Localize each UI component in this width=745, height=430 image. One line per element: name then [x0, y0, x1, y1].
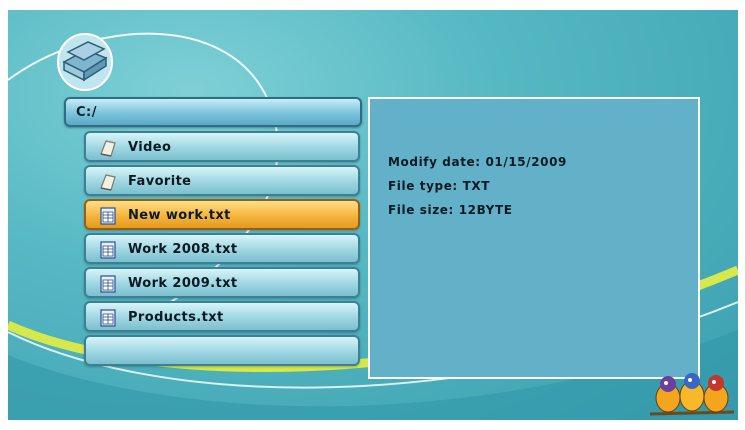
birds-mascot-icon [649, 373, 735, 416]
text-file-icon [100, 241, 116, 259]
list-item-label: Work 2008.txt [128, 242, 238, 257]
list-item-label: Work 2009.txt [128, 276, 238, 291]
list-item-label: Video [128, 140, 172, 155]
list-item-empty[interactable] [84, 335, 360, 366]
list-item-label: Favorite [128, 174, 192, 189]
list-item-label: Products.txt [128, 310, 224, 325]
folder-note-icon [100, 140, 116, 157]
list-item-products-txt[interactable]: Products.txt [84, 301, 360, 332]
file-size-text: File size: 12BYTE [388, 203, 513, 217]
folder-note-icon [100, 174, 116, 191]
text-file-icon [100, 207, 116, 225]
current-path-bar: C:/ [64, 97, 362, 127]
media-browser-screen: C:/ Video Favorite New work.txt Work 200… [8, 10, 738, 420]
list-item-label: New work.txt [128, 208, 231, 223]
list-item-work-2008-txt[interactable]: Work 2008.txt [84, 233, 360, 264]
current-path-label: C:/ [76, 105, 97, 120]
list-item-favorite[interactable]: Favorite [84, 165, 360, 196]
list-item-work-2009-txt[interactable]: Work 2009.txt [84, 267, 360, 298]
text-file-icon [100, 275, 116, 293]
list-item-new-work-txt[interactable]: New work.txt [84, 199, 360, 230]
list-item-video[interactable]: Video [84, 131, 360, 162]
file-type-text: File type: TXT [388, 179, 491, 193]
text-file-icon [100, 309, 116, 327]
books-logo-icon [57, 33, 113, 91]
file-info-panel: Modify date: 01/15/2009 File type: TXT F… [368, 97, 700, 379]
modify-date-text: Modify date: 01/15/2009 [388, 155, 568, 169]
